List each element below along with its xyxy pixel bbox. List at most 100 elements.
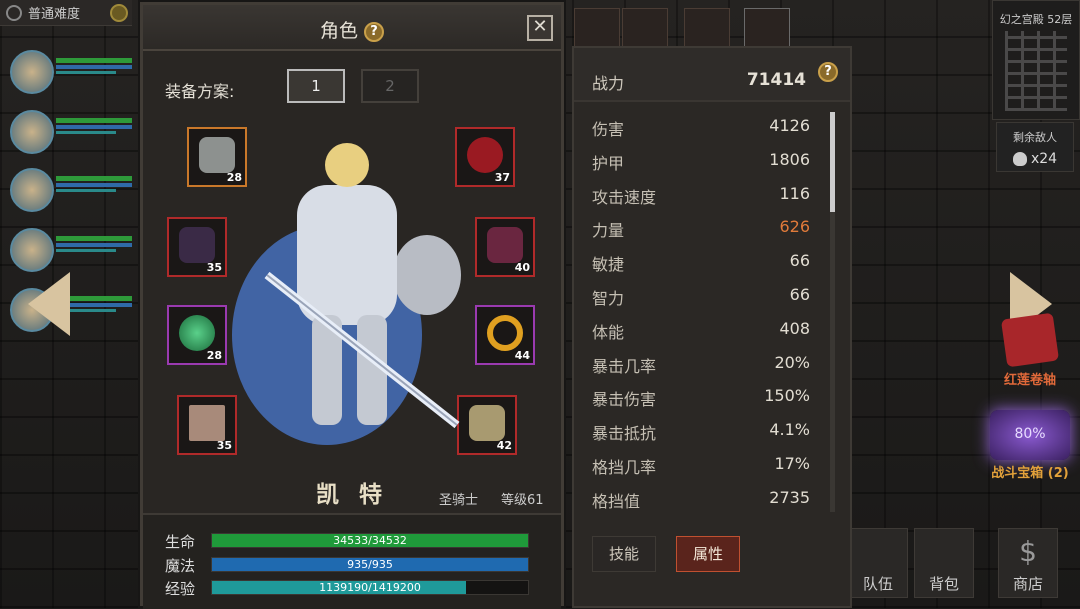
xp-label: 经验 [165, 580, 196, 598]
hero-portrait [232, 143, 461, 445]
stat-row: 体能 408 [592, 319, 810, 343]
difficulty-label: 普通难度 [28, 7, 81, 22]
xp-bar: 1139190/1419200 [211, 580, 529, 595]
loadout-2-button[interactable]: 2 [361, 69, 419, 103]
shop-button[interactable]: $ 商店 [998, 528, 1058, 598]
difficulty-bar[interactable]: 普通难度 [0, 0, 132, 26]
hp-label: 生命 [165, 533, 196, 551]
green-ring-icon [179, 315, 215, 351]
stat-row: 伤害 4126 [592, 116, 810, 140]
stat-value: 626 [779, 217, 810, 237]
mp-label: 魔法 [165, 557, 196, 575]
stat-row: 格挡几率 17% [592, 454, 810, 478]
party-member-2[interactable] [10, 110, 132, 156]
stats-help-icon[interactable]: ? [818, 62, 838, 82]
floor-label: 幻之宫殿 52层 [999, 13, 1073, 26]
enemies-remaining: 剩余敌人 x24 [996, 122, 1074, 172]
dungeon-minimap[interactable]: 幻之宫殿 52层 [992, 0, 1080, 120]
stat-value: 66 [789, 251, 810, 271]
stat-label: 体能 [592, 322, 625, 342]
tab-skills[interactable]: 技能 [592, 536, 656, 572]
stats-panel: 战力 71414 ? 伤害 4126 护甲 1806 攻击速度 116 力量 626 敏捷 66 智… [572, 46, 852, 608]
ring-slot-left[interactable]: 28 [167, 305, 227, 365]
power-label: 战力 [592, 74, 625, 93]
minimap-grid [1005, 31, 1067, 111]
stat-row: 攻击速度 116 [592, 184, 810, 208]
hero-class: 圣骑士 [439, 493, 479, 508]
stat-label: 暴击抵抗 [592, 424, 657, 444]
stat-value: 150% [764, 386, 810, 406]
stat-value: 4.1% [769, 420, 810, 440]
hp-text: 34533/34532 [333, 534, 407, 547]
power-value: 71414 [746, 70, 806, 90]
gold-ring-icon [487, 315, 523, 351]
party-member-1[interactable] [10, 50, 132, 96]
team-button[interactable]: 队伍 [848, 528, 908, 598]
gear-icon [6, 4, 22, 21]
power-row: 战力 71414 ? [574, 48, 850, 102]
loadout-label: 装备方案: [165, 82, 235, 101]
armor-icon [179, 227, 215, 263]
mp-text: 935/935 [347, 558, 393, 571]
avatar [10, 228, 54, 272]
enemies-label: 剩余敌人 [1013, 131, 1057, 144]
xp-text: 1139190/1419200 [319, 581, 421, 594]
stat-row: 护甲 1806 [592, 150, 810, 174]
stat-row: 暴击抵抗 4.1% [592, 420, 810, 444]
stat-label: 格挡值 [592, 491, 641, 511]
stat-label: 敏捷 [592, 255, 625, 275]
stat-value: 408 [779, 318, 810, 338]
character-panel: 角色? ✕ 装备方案: 1 2 28 37 35 40 28 44 35 42 … [140, 2, 564, 609]
mp-bar: 935/935 [211, 557, 529, 572]
bag-button[interactable]: 背包 [914, 528, 974, 598]
help-icon[interactable]: ? [364, 21, 384, 42]
panel-title: 角色 [319, 20, 358, 42]
stat-value: 1806 [769, 149, 810, 169]
chest-progress: 80% [1014, 426, 1046, 442]
vitals-box: 生命 34533/34532 魔法 935/935 经验 1139190/141… [143, 513, 561, 609]
stat-value: 66 [789, 285, 810, 304]
stat-label: 伤害 [592, 120, 625, 139]
tab-attributes[interactable]: 属性 [676, 536, 740, 572]
stat-label: 格挡几率 [592, 458, 657, 477]
chest-label: 战斗宝箱 (2) [991, 466, 1069, 481]
avatar [10, 110, 54, 154]
scroll-icon[interactable] [1000, 312, 1060, 368]
stat-value: 17% [774, 454, 810, 473]
dollar-icon: $ [1019, 535, 1037, 568]
stat-row: 暴击伤害 150% [592, 386, 810, 410]
stat-label: 智力 [592, 289, 625, 308]
stat-value: 4126 [769, 116, 810, 135]
armor-slot[interactable]: 35 [167, 217, 227, 277]
stat-label: 力量 [592, 221, 625, 241]
hero-level: 等级61 [501, 493, 544, 508]
coin-icon [110, 3, 128, 22]
stat-label: 暴击几率 [592, 356, 657, 376]
gauntlet-icon [487, 227, 523, 263]
stat-label: 护甲 [592, 153, 625, 173]
stat-value: 2735 [769, 487, 810, 507]
enemies-count: x24 [1030, 151, 1058, 167]
stat-row: 力量 626 [592, 217, 810, 241]
stat-row: 暴击几率 20% [592, 353, 810, 377]
scroll-label: 红莲卷轴 [1003, 373, 1056, 388]
avatar [10, 168, 54, 212]
avatar [10, 50, 54, 94]
party-member-4[interactable] [10, 228, 132, 274]
stat-label: 攻击速度 [592, 187, 657, 207]
hammer-icon [189, 405, 225, 441]
skull-icon [1012, 152, 1027, 166]
stat-row: 格挡值 2735 [592, 488, 810, 512]
hero-name: 凯 特 [315, 482, 388, 508]
scroll-thumb[interactable] [830, 112, 835, 212]
stats-scrollbar[interactable] [830, 112, 835, 512]
stat-label: 暴击伤害 [592, 390, 657, 410]
hp-bar: 34533/34532 [211, 533, 529, 548]
prev-hero-arrow-icon[interactable] [28, 272, 70, 336]
loadout-1-button[interactable]: 1 [287, 69, 345, 103]
stat-row: 智力 66 [592, 285, 810, 309]
close-button[interactable]: ✕ [527, 15, 553, 41]
panel-titlebar: 角色? ✕ [143, 5, 561, 51]
stat-value: 116 [779, 183, 810, 203]
party-member-3[interactable] [10, 168, 132, 214]
